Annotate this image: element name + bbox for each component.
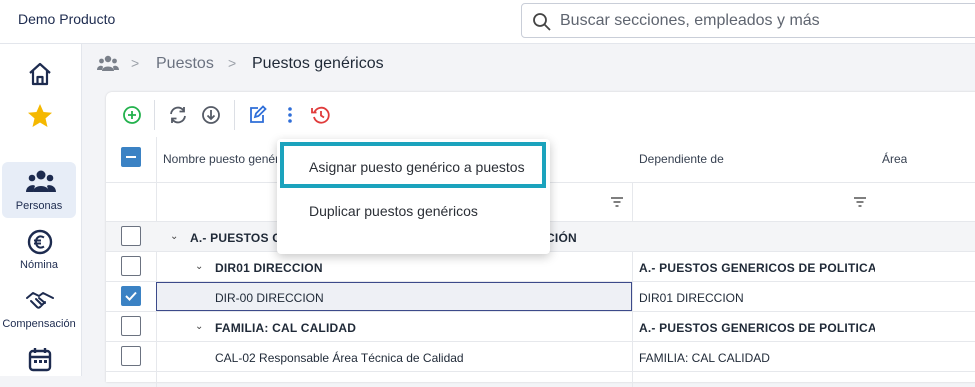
row-name: DIR01 DIRECCION [215, 261, 323, 275]
row-parent: A.- PUESTOS GENERICOS DE POLITICA S [639, 321, 875, 335]
sidebar-item-home[interactable] [2, 54, 76, 94]
select-all-checkbox[interactable] [121, 147, 141, 167]
handshake-icon [26, 292, 54, 309]
sidebar: Personas Nómina Compensación [0, 44, 82, 376]
context-menu: Asignar puesto genérico a puestos Duplic… [277, 139, 550, 254]
more-icon[interactable] [279, 104, 301, 126]
column-header-dependiente[interactable]: Dependiente de [639, 152, 724, 166]
add-icon[interactable] [121, 104, 143, 126]
table-row[interactable]: DIR-00 DIRECCION DIR01 DIRECCION [106, 282, 975, 312]
sidebar-item-compensacion[interactable]: Compensación [2, 286, 76, 336]
chevron-down-icon[interactable]: ⌄ [195, 321, 203, 332]
column-header-area[interactable]: Área [882, 152, 907, 166]
sidebar-item-calendar[interactable] [2, 344, 76, 376]
row-parent: A.- PUESTOS GENERICOS DE POLITICA S [639, 261, 875, 275]
row-checkbox[interactable] [121, 256, 141, 276]
search-input[interactable] [560, 10, 960, 32]
toolbar-divider [154, 100, 155, 130]
download-icon[interactable] [200, 104, 222, 126]
table-row-group[interactable]: ⌄ FAMILIA: CAL CALIDAD A.- PUESTOS GENER… [106, 312, 975, 342]
indeterminate-mark [126, 156, 136, 158]
edit-icon[interactable] [246, 104, 268, 126]
row-checkbox[interactable] [121, 346, 141, 366]
history-icon[interactable] [310, 104, 332, 126]
people-icon [97, 55, 119, 71]
row-parent: DIR01 DIRECCION [639, 291, 744, 305]
column-header-nombre[interactable]: Nombre puesto genérico [163, 152, 283, 166]
search-icon [533, 13, 551, 31]
sidebar-item-label: Compensación [2, 318, 76, 330]
euro-icon [27, 229, 53, 255]
home-icon [29, 62, 51, 86]
breadcrumb-separator: > [228, 55, 237, 71]
breadcrumb-separator: > [131, 55, 140, 71]
calendar-icon [28, 348, 52, 372]
breadcrumb-current: Puestos genéricos [252, 55, 384, 72]
menu-item-duplicar[interactable]: Duplicar puestos genéricos [277, 191, 550, 231]
search-box[interactable] [521, 3, 975, 38]
app-title: Demo Producto [18, 11, 116, 27]
top-bar: Demo Producto [0, 0, 975, 44]
sidebar-item-nomina[interactable]: Nómina [2, 227, 76, 277]
chevron-down-icon[interactable]: ⌄ [170, 231, 178, 242]
sidebar-item-personas[interactable]: Personas [2, 162, 76, 218]
row-checkbox[interactable] [121, 316, 141, 336]
breadcrumb-item-puestos[interactable]: Puestos [156, 55, 214, 73]
filter-icon[interactable] [853, 196, 867, 208]
row-name: DIR-00 DIRECCION [215, 291, 324, 305]
table-row-group[interactable]: ⌄ DIR01 DIRECCION A.- PUESTOS GENERICOS … [106, 252, 975, 282]
sidebar-item-favorites[interactable] [2, 98, 76, 138]
table-row[interactable]: CAL-02 Responsable Área Técnica de Calid… [106, 342, 975, 372]
menu-item-label: Asignar puesto genérico a puestos [309, 159, 525, 175]
menu-item-asignar-puesto[interactable]: Asignar puesto genérico a puestos [280, 142, 546, 188]
row-name: FAMILIA: CAL CALIDAD [215, 321, 357, 335]
checkmark-icon [125, 291, 137, 301]
people-icon [26, 170, 56, 192]
sidebar-item-label: Personas [15, 200, 63, 212]
toolbar [106, 92, 975, 137]
chevron-down-icon[interactable]: ⌄ [195, 261, 203, 272]
star-icon [28, 104, 52, 127]
refresh-icon[interactable] [167, 104, 189, 126]
row-name: CAL-02 Responsable Área Técnica de Calid… [215, 351, 464, 365]
menu-item-label: Duplicar puestos genéricos [309, 203, 478, 219]
row-parent: FAMILIA: CAL CALIDAD [639, 351, 770, 365]
sidebar-item-label: Nómina [20, 259, 58, 271]
filter-icon[interactable] [610, 196, 624, 208]
row-checkbox[interactable] [121, 226, 141, 246]
toolbar-divider [234, 100, 235, 130]
row-checkbox[interactable] [121, 286, 141, 306]
